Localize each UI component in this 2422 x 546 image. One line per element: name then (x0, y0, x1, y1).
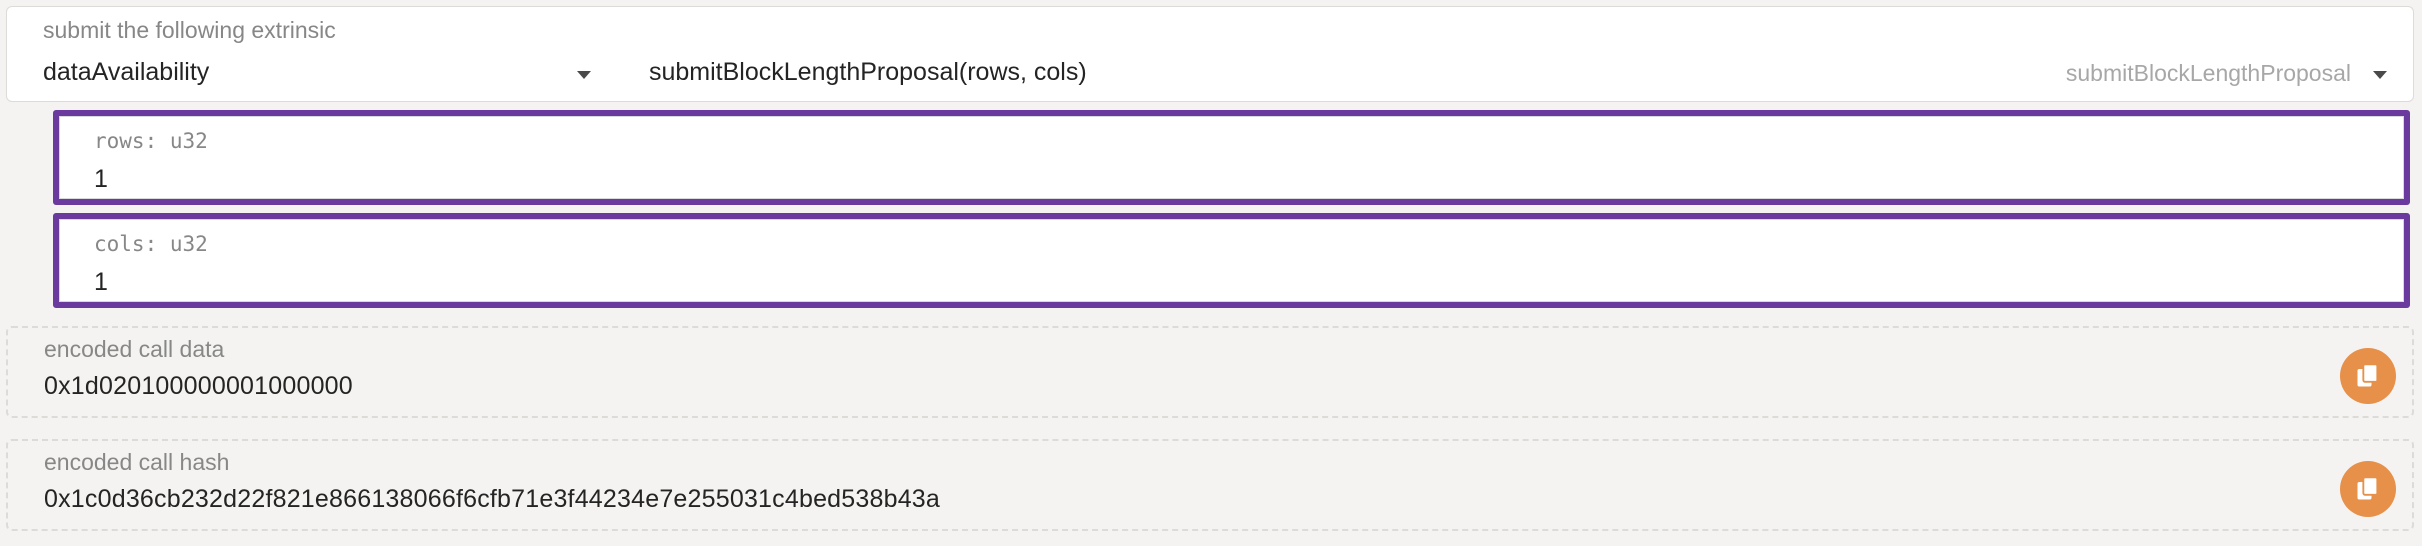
encoded-call-hash-label: encoded call hash (44, 449, 230, 475)
copy-call-data-button[interactable] (2340, 348, 2396, 404)
copy-call-hash-button[interactable] (2340, 461, 2396, 517)
encoded-call-data-value: 0x1d020100000001000000 (44, 372, 353, 400)
pallet-section-dropdown[interactable]: dataAvailability (43, 53, 603, 93)
encoded-call-data-box: encoded call data 0x1d020100000001000000 (6, 326, 2414, 418)
encoded-call-data-label: encoded call data (44, 336, 225, 362)
rows-input[interactable]: rows: u32 1 (53, 110, 2410, 205)
method-name: submitBlockLengthProposal (2065, 60, 2351, 86)
cols-input[interactable]: cols: u32 1 (53, 213, 2410, 308)
cols-param-value: 1 (94, 268, 108, 296)
extrinsic-label: submit the following extrinsic (43, 17, 336, 43)
rows-input-field: rows: u32 1 (59, 116, 2404, 199)
cols-input-field: cols: u32 1 (59, 219, 2404, 302)
chevron-down-icon (577, 71, 591, 79)
extrinsic-submission-panel: submit the following extrinsic dataAvail… (0, 0, 2422, 546)
method-dropdown[interactable]: submitBlockLengthProposal(rows, cols) su… (643, 53, 2403, 93)
pallet-section-value: dataAvailability (43, 58, 210, 86)
chevron-down-icon (2373, 71, 2387, 79)
cols-param-label: cols: u32 (94, 232, 208, 256)
rows-param-value: 1 (94, 165, 108, 193)
encoded-call-hash-value: 0x1c0d36cb232d22f821e866138066f6cfb71e3f… (44, 485, 941, 513)
encoded-call-hash-box: encoded call hash 0x1c0d36cb232d22f821e8… (6, 439, 2414, 531)
method-signature: submitBlockLengthProposal(rows, cols) (649, 58, 1087, 86)
copy-icon (2357, 363, 2379, 387)
copy-icon (2357, 476, 2379, 500)
rows-param-label: rows: u32 (94, 129, 208, 153)
extrinsic-selector: submit the following extrinsic dataAvail… (6, 6, 2414, 102)
